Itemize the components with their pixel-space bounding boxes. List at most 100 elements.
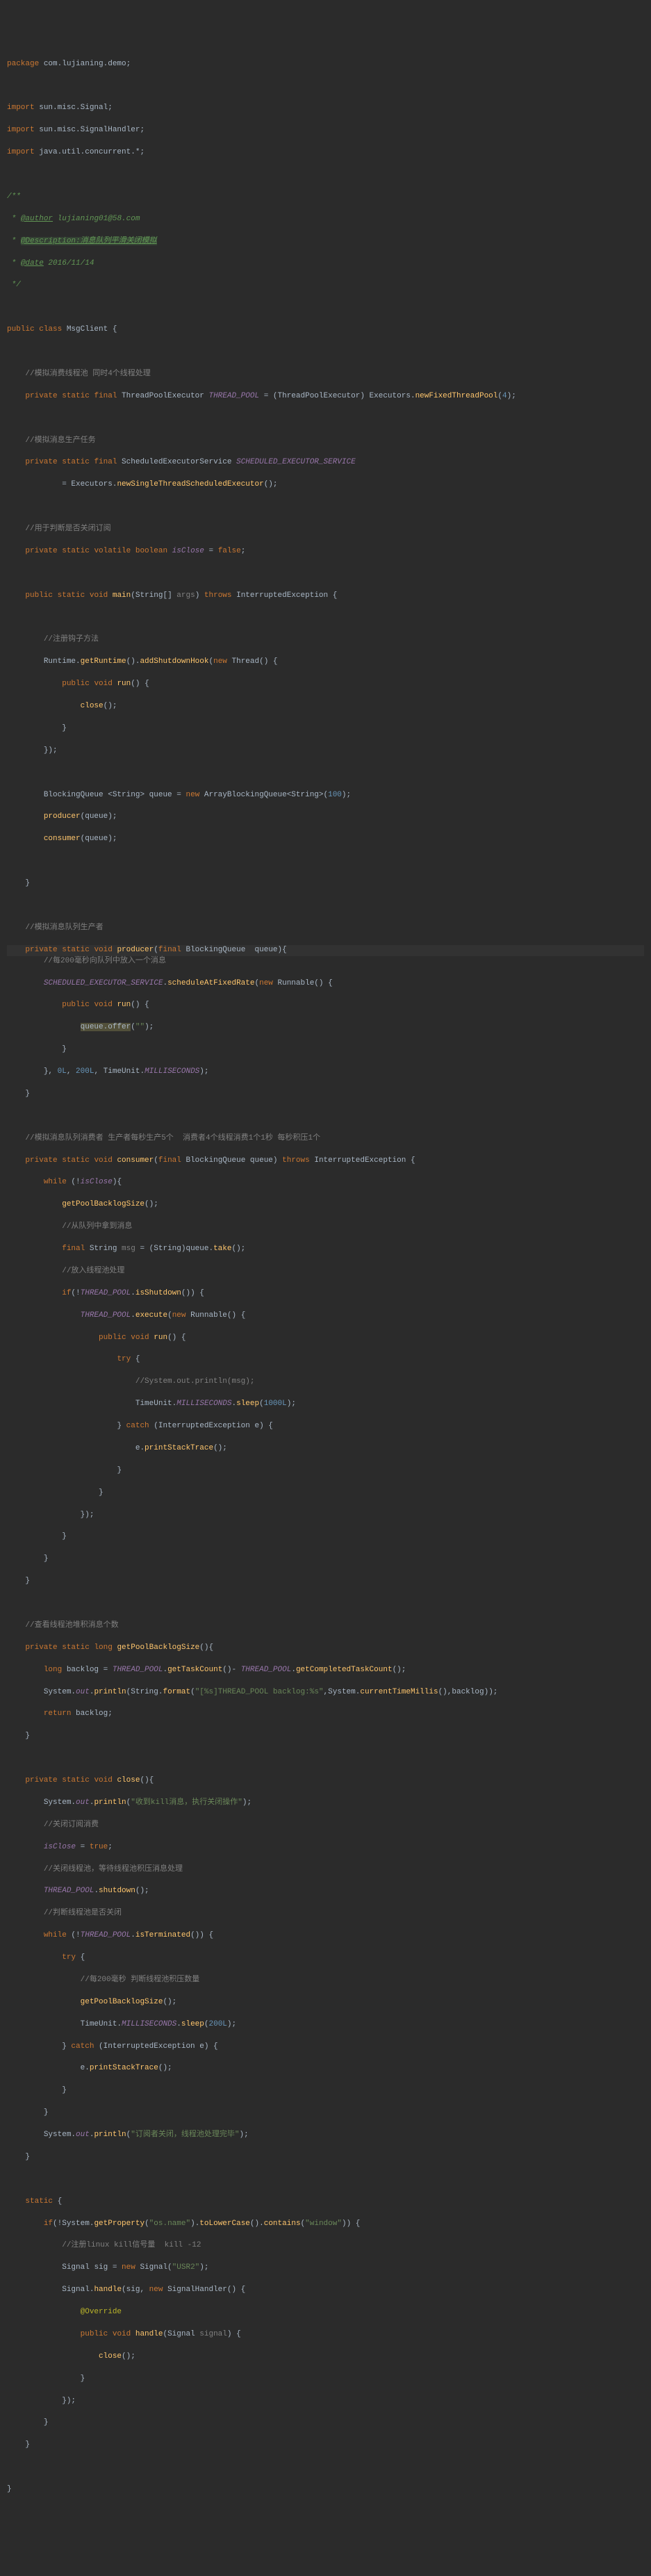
class-declaration: public class MsgClient { bbox=[7, 325, 644, 336]
comment: //注册linux kill信号量 kill -12 bbox=[7, 2240, 644, 2251]
brace-close: } bbox=[7, 2085, 644, 2097]
javadoc-close: */ bbox=[7, 280, 644, 291]
close-call: close(); bbox=[7, 2352, 644, 2363]
brace-close: } bbox=[7, 1576, 644, 1587]
import-line: import sun.misc.SignalHandler; bbox=[7, 125, 644, 136]
comment: //关闭线程池，等待线程池积压消息处理 bbox=[7, 1864, 644, 1876]
code-editor[interactable]: package com.lujianing.demo; import sun.m… bbox=[7, 48, 644, 2507]
blank bbox=[7, 1111, 644, 1122]
brace-close: } bbox=[7, 878, 644, 889]
javadoc-author: * @author lujianing01@58.com bbox=[7, 214, 644, 225]
brace-close: } bbox=[7, 1044, 644, 1056]
override-annotation: @Override bbox=[7, 2307, 644, 2318]
brace-close: } bbox=[7, 2374, 644, 2385]
comment: //判断线程池是否关闭 bbox=[7, 1908, 644, 1919]
queue-decl: BlockingQueue <String> queue = new Array… bbox=[7, 790, 644, 801]
schedule-call: SCHEDULED_EXECUTOR_SERVICE.scheduleAtFix… bbox=[7, 978, 644, 990]
producer-call: producer(queue); bbox=[7, 812, 644, 823]
sysout-backlog: System.out.println(String.format("[%s]TH… bbox=[7, 1687, 644, 1698]
if-shutdown: if(!THREAD_POOL.isShutdown()) { bbox=[7, 1288, 644, 1299]
return-backlog: return backlog; bbox=[7, 1709, 644, 1720]
blank bbox=[7, 413, 644, 425]
blank bbox=[7, 768, 644, 779]
signal-new: Signal sig = new Signal("USR2"); bbox=[7, 2263, 644, 2274]
hook-end: }); bbox=[7, 746, 644, 757]
brace-close: } bbox=[7, 2484, 644, 2495]
blank bbox=[7, 1598, 644, 1609]
consumer-method: private static void consumer(final Block… bbox=[7, 1156, 644, 1167]
comment: //从队列中拿到消息 bbox=[7, 1222, 644, 1233]
blank bbox=[7, 347, 644, 358]
brace-close: } bbox=[7, 1554, 644, 1565]
brace-close: } bbox=[7, 2418, 644, 2429]
blank bbox=[7, 568, 644, 580]
comment: //用于判断是否关闭订阅 bbox=[7, 524, 644, 535]
comment: //System.out.println(msg); bbox=[7, 1377, 644, 1388]
schedule-end: }, 0L, 200L, TimeUnit.MILLISECONDS); bbox=[7, 1067, 644, 1078]
comment: //放入线程池处理 bbox=[7, 1266, 644, 1277]
field-scheduled-executor: private static final ScheduledExecutorSe… bbox=[7, 457, 644, 468]
field-isclose: private static volatile boolean isClose … bbox=[7, 546, 644, 557]
sysout-kill: System.out.println("收到kill消息，执行关闭操作"); bbox=[7, 1798, 644, 1809]
sleep-1000: TimeUnit.MILLISECONDS.sleep(1000L); bbox=[7, 1399, 644, 1410]
producer-method-selected: private static void producer(final Block… bbox=[7, 945, 644, 956]
shutdown-hook: Runtime.getRuntime().addShutdownHook(new… bbox=[7, 657, 644, 668]
if-os: if(!System.getProperty("os.name").toLowe… bbox=[7, 2219, 644, 2230]
comment: //模拟消息生产任务 bbox=[7, 436, 644, 447]
brace-close: } bbox=[7, 1731, 644, 1742]
shutdown-call: THREAD_POOL.shutdown(); bbox=[7, 1886, 644, 1897]
blank bbox=[7, 170, 644, 181]
static-block: static { bbox=[7, 2197, 644, 2208]
brace-close: } bbox=[7, 1532, 644, 1543]
brace-close: } bbox=[7, 2108, 644, 2119]
brace-close: } bbox=[7, 2152, 644, 2163]
blank bbox=[7, 613, 644, 624]
getpool-call: getPoolBacklogSize(); bbox=[7, 1997, 644, 2008]
brace-close: } bbox=[7, 1466, 644, 1477]
javadoc-open: /** bbox=[7, 192, 644, 203]
run-method: public void run() { bbox=[7, 1333, 644, 1344]
package-line: package com.lujianing.demo; bbox=[7, 59, 644, 70]
sysout-done: System.out.println("订阅者关闭，线程池处理完毕"); bbox=[7, 2130, 644, 2141]
import-line: import sun.misc.Signal; bbox=[7, 103, 644, 114]
while-terminated: while (!THREAD_POOL.isTerminated()) { bbox=[7, 1930, 644, 1942]
blank bbox=[7, 901, 644, 912]
blank bbox=[7, 502, 644, 513]
take-line: final String msg = (String)queue.take(); bbox=[7, 1244, 644, 1255]
queue-offer: queue.offer(""); bbox=[7, 1022, 644, 1033]
blank bbox=[7, 856, 644, 867]
comment: //每200毫秒向队列中放入一个消息 bbox=[7, 956, 644, 967]
javadoc-date: * @date 2016/11/14 bbox=[7, 259, 644, 270]
field-scheduled-executor-cont: = Executors.newSingleThreadScheduledExec… bbox=[7, 479, 644, 491]
blank bbox=[7, 2462, 644, 2473]
execute-end: }); bbox=[7, 1510, 644, 1521]
execute-call: THREAD_POOL.execute(new Runnable() { bbox=[7, 1311, 644, 1322]
printstacktrace: e.printStackTrace(); bbox=[7, 1443, 644, 1454]
printstacktrace: e.printStackTrace(); bbox=[7, 2063, 644, 2074]
field-thread-pool: private static final ThreadPoolExecutor … bbox=[7, 391, 644, 402]
comment: //查看线程池堆积消息个数 bbox=[7, 1621, 644, 1632]
backlog-method: private static long getPoolBacklogSize()… bbox=[7, 1643, 644, 1654]
backlog-calc: long backlog = THREAD_POOL.getTaskCount(… bbox=[7, 1665, 644, 1676]
comment: //注册钩子方法 bbox=[7, 634, 644, 646]
blank bbox=[7, 302, 644, 313]
javadoc-description: * @Description:消息队列平滑关闭模拟 bbox=[7, 236, 644, 247]
brace-close: } bbox=[7, 723, 644, 735]
blank bbox=[7, 1753, 644, 1764]
brace-close: } bbox=[7, 1488, 644, 1499]
catch-block: } catch (InterruptedException e) { bbox=[7, 1421, 644, 1432]
comment: //每200毫秒 判断线程池积压数量 bbox=[7, 1975, 644, 1986]
run-method: public void run() { bbox=[7, 1000, 644, 1011]
comment: //关闭订阅消费 bbox=[7, 1820, 644, 1831]
run-method: public void run() { bbox=[7, 679, 644, 690]
getpool-call: getPoolBacklogSize(); bbox=[7, 1199, 644, 1211]
signal-handle: Signal.handle(sig, new SignalHandler() { bbox=[7, 2285, 644, 2296]
comment: //模拟消息队列消费者 生产者每秒生产5个 消费者4个线程消费1个1秒 每秒积压… bbox=[7, 1133, 644, 1145]
sleep-200: TimeUnit.MILLISECONDS.sleep(200L); bbox=[7, 2019, 644, 2031]
try-block: try { bbox=[7, 1354, 644, 1365]
isclose-true: isClose = true; bbox=[7, 1842, 644, 1853]
catch-block: } catch (InterruptedException e) { bbox=[7, 2042, 644, 2053]
brace-close: } bbox=[7, 1089, 644, 1100]
try-block: try { bbox=[7, 1953, 644, 1964]
brace-close: } bbox=[7, 2440, 644, 2451]
